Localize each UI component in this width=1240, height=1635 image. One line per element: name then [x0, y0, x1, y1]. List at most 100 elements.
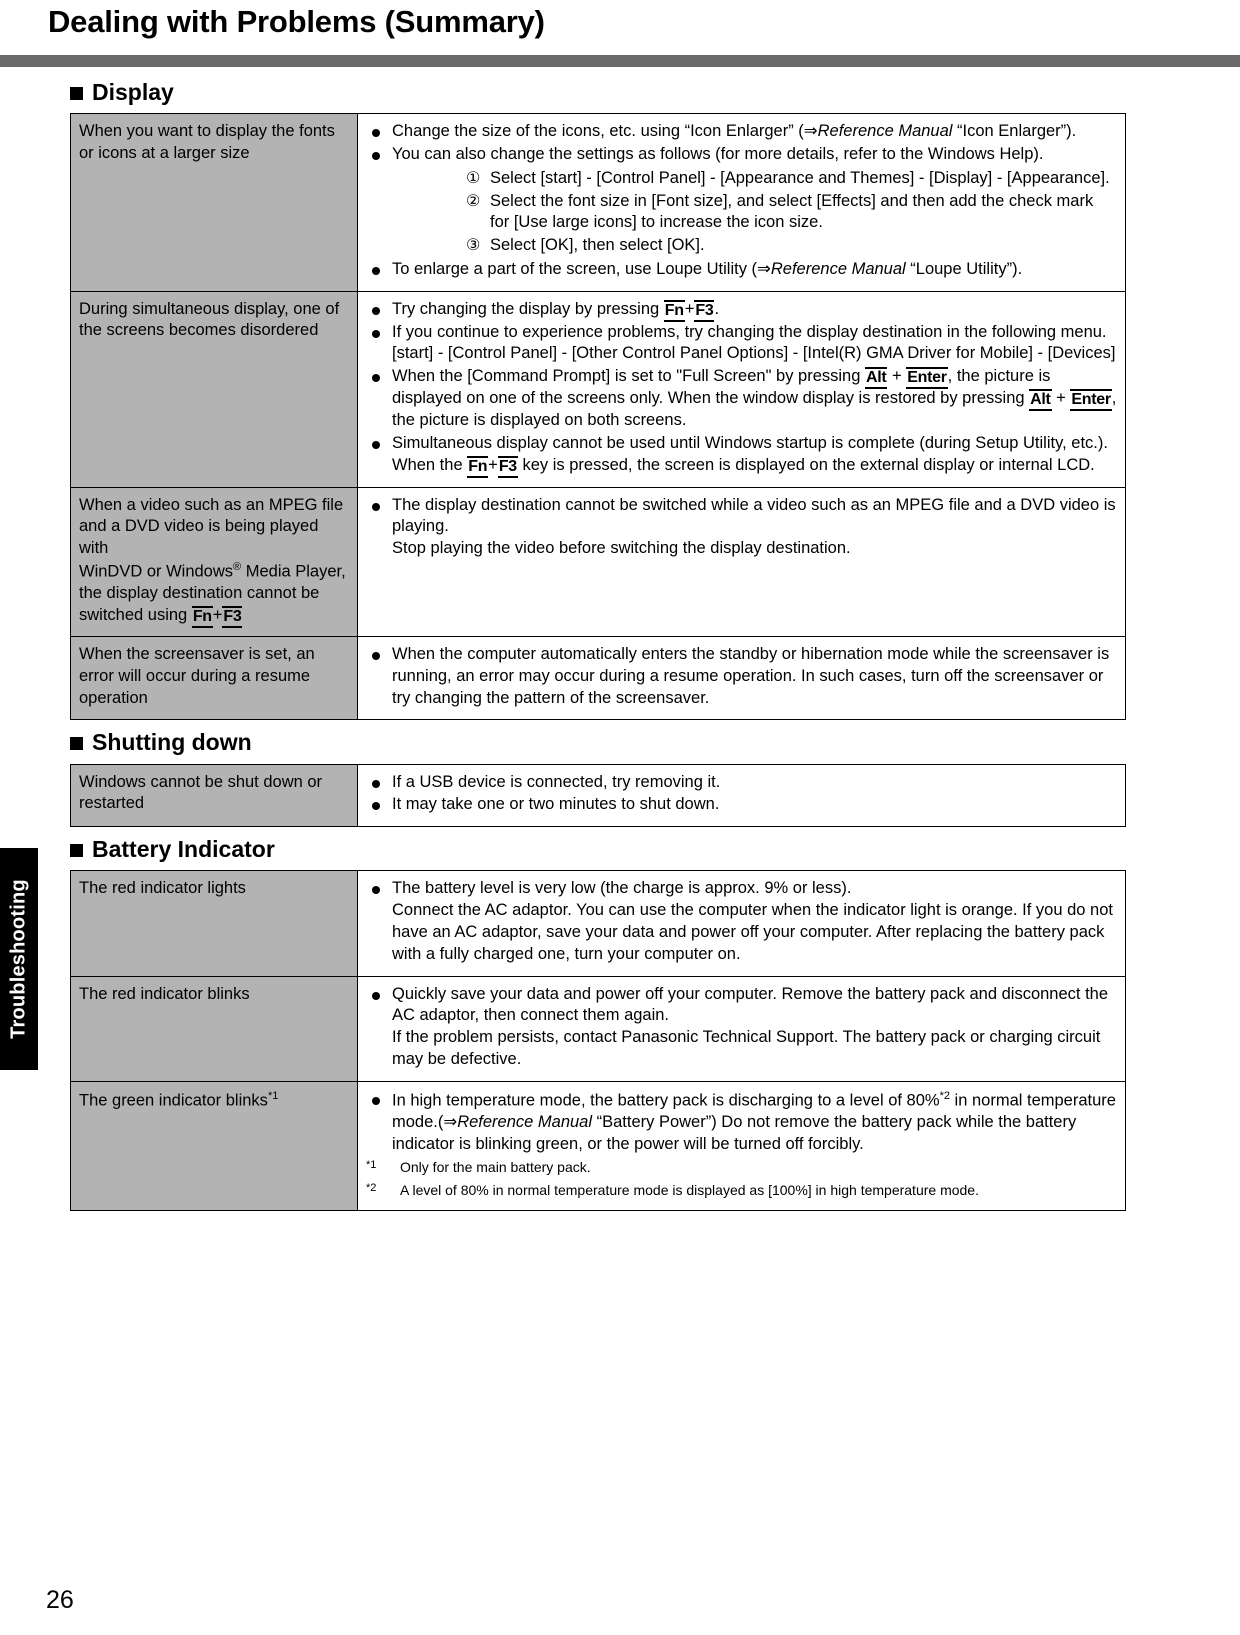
symptom-text: When the screensaver is set, an error wi…: [79, 645, 315, 707]
list-item: In high temperature mode, the battery pa…: [366, 1089, 1117, 1156]
solution-cell: The battery level is very low (the charg…: [357, 870, 1126, 977]
side-tab-troubleshooting: Troubleshooting: [0, 848, 38, 1070]
list-item: Simultaneous display cannot be used unti…: [366, 433, 1117, 478]
solution-bullet-list: If a USB device is connected, try removi…: [366, 772, 1117, 817]
symptom-cell: When you want to display the fonts or ic…: [70, 113, 358, 292]
list-item: When the [Command Prompt] is set to "Ful…: [366, 366, 1117, 432]
text-run: If the problem persists, contact Panason…: [392, 1028, 1101, 1068]
symptom-cell: During simultaneous display, one of the …: [70, 290, 358, 488]
key-cap: F3: [694, 299, 715, 322]
header-rule: [0, 55, 1240, 67]
text-run: .: [714, 299, 720, 318]
footnote-text: A level of 80% in normal temperature mod…: [400, 1182, 979, 1199]
text-run: +: [1051, 389, 1071, 408]
symptom-cell: The red indicator blinks: [70, 975, 358, 1082]
solution-bullet-list: In high temperature mode, the battery pa…: [366, 1089, 1117, 1156]
text-run: Change the size of the icons, etc. using…: [392, 122, 818, 141]
symptom-cell: Windows cannot be shut down or restarted: [70, 763, 358, 828]
square-bullet-icon: [70, 87, 83, 101]
solution-bullet-list: The battery level is very low (the charg…: [366, 878, 1117, 965]
list-item: Quickly save your data and power off you…: [366, 984, 1117, 1071]
text-run: The battery level is very low (the charg…: [392, 879, 852, 898]
solution-bullet-list: Change the size of the icons, etc. using…: [366, 121, 1117, 280]
troubleshooting-table: When you want to display the fonts or ic…: [70, 113, 1126, 721]
text-run: Stop playing the video before switching …: [392, 539, 851, 558]
list-item: If a USB device is connected, try removi…: [366, 772, 1117, 794]
solution-bullet-list: The display destination cannot be switch…: [366, 495, 1117, 560]
numbered-step-list: ① Select [start] - [Control Panel] - [App…: [392, 168, 1117, 257]
section-heading: Battery Indicator: [70, 836, 1126, 863]
footnote-marker: *1: [267, 1089, 279, 1102]
text-run: You can also change the settings as foll…: [392, 145, 1044, 164]
text-run: “Icon Enlarger”).: [952, 122, 1077, 141]
numbered-step-text: Select [start] - [Control Panel] - [Appe…: [490, 168, 1110, 187]
symptom-cell: The green indicator blinks*1: [70, 1080, 358, 1212]
solution-cell: Try changing the display by pressing Fn +…: [357, 290, 1126, 488]
solution-cell: When the computer automatically enters t…: [357, 636, 1126, 721]
text-run: If a USB device is connected, try removi…: [392, 772, 721, 791]
square-bullet-icon: [70, 737, 83, 751]
solution-cell: Change the size of the icons, etc. using…: [357, 113, 1126, 292]
troubleshooting-table: The red indicator lights The battery leve…: [70, 870, 1126, 1212]
circled-number-icon: ①: [466, 169, 481, 187]
list-item: It may take one or two minutes to shut d…: [366, 794, 1117, 816]
symptom-text: During simultaneous display, one of the …: [79, 299, 340, 340]
numbered-step-text: Select the font size in [Font size], and…: [490, 191, 1094, 232]
circled-number-icon: ②: [466, 192, 481, 210]
footnote-marker-sup: *2: [366, 1182, 377, 1195]
square-bullet-icon: [70, 844, 83, 858]
troubleshooting-table: Windows cannot be shut down or restarted…: [70, 763, 1126, 828]
symptom-cell: When the screensaver is set, an error wi…: [70, 636, 358, 721]
page-number: 26: [46, 1586, 74, 1614]
text-run: Quickly save your data and power off you…: [392, 984, 1109, 1025]
section-heading-label: Shutting down: [92, 729, 252, 756]
text-run: When the [Command Prompt] is set to "Ful…: [392, 367, 865, 386]
section-heading-label: Battery Indicator: [92, 836, 275, 863]
text-run: +: [212, 606, 223, 625]
solution-bullet-list: Try changing the display by pressing Fn +…: [366, 299, 1117, 478]
solution-cell: In high temperature mode, the battery pa…: [357, 1080, 1126, 1212]
key-cap: F3: [497, 455, 518, 478]
text-run: [start] - [Control Panel] - [Other Contr…: [392, 344, 1116, 363]
solution-bullet-list: Quickly save your data and power off you…: [366, 984, 1117, 1071]
numbered-step: ③ Select [OK], then select [OK].: [466, 235, 1117, 257]
footnote: *2 A level of 80% in normal temperature m…: [366, 1181, 1117, 1201]
registered-trademark-icon: ®: [233, 561, 242, 574]
table-row: The red indicator blinks Quickly save you…: [70, 975, 1126, 1082]
footnote: *1 Only for the main battery pack.: [366, 1158, 1117, 1178]
text-run: To enlarge a part of the screen, use Lou…: [392, 259, 771, 278]
solution-cell: Quickly save your data and power off you…: [357, 975, 1126, 1082]
table-row: The green indicator blinks*1 In high temp…: [70, 1080, 1126, 1212]
text-run: The display destination cannot be switch…: [392, 495, 1116, 536]
list-item: You can also change the settings as foll…: [366, 144, 1117, 257]
text-run: Try changing the display by pressing: [392, 299, 664, 318]
text-run: When the computer automatically enters t…: [392, 645, 1110, 707]
symptom-text: The red indicator blinks: [79, 984, 250, 1003]
section-heading: Shutting down: [70, 730, 1126, 755]
table-row: Windows cannot be shut down or restarted…: [70, 763, 1126, 828]
key-cap: Alt: [865, 367, 888, 390]
text-run: “Loupe Utility”).: [905, 259, 1023, 278]
key-cap: Fn: [663, 299, 685, 322]
solution-cell: The display destination cannot be switch…: [357, 486, 1126, 638]
text-run: +: [488, 455, 498, 474]
key-cap: F3: [222, 606, 243, 629]
reference-manual-italic: Reference Manual: [817, 122, 953, 141]
text-run: key is pressed, the screen is displayed …: [517, 455, 1095, 474]
numbered-step-text: Select [OK], then select [OK].: [490, 236, 705, 255]
key-cap: Enter: [906, 367, 948, 390]
list-item: Try changing the display by pressing Fn+…: [366, 299, 1117, 322]
list-item: The battery level is very low (the charg…: [366, 878, 1117, 965]
text-run: Connect the AC adaptor. You can use the …: [392, 901, 1113, 963]
key-cap: Alt: [1029, 389, 1052, 412]
footnote-marker: *1: [366, 1158, 400, 1178]
text-run: In high temperature mode, the battery pa…: [392, 1091, 940, 1110]
reference-manual-italic: Reference Manual: [457, 1112, 593, 1131]
table-row: When you want to display the fonts or ic…: [70, 113, 1126, 292]
list-item: If you continue to experience problems, …: [366, 322, 1117, 366]
key-cap: Enter: [1070, 389, 1112, 412]
symptom-text: The red indicator lights: [79, 879, 246, 898]
symptom-text: When you want to display the fonts or ic…: [79, 122, 335, 163]
content-column: Display When you want to display the font…: [70, 70, 1126, 1213]
symptom-cell: When a video such as an MPEG file and a …: [70, 486, 358, 638]
